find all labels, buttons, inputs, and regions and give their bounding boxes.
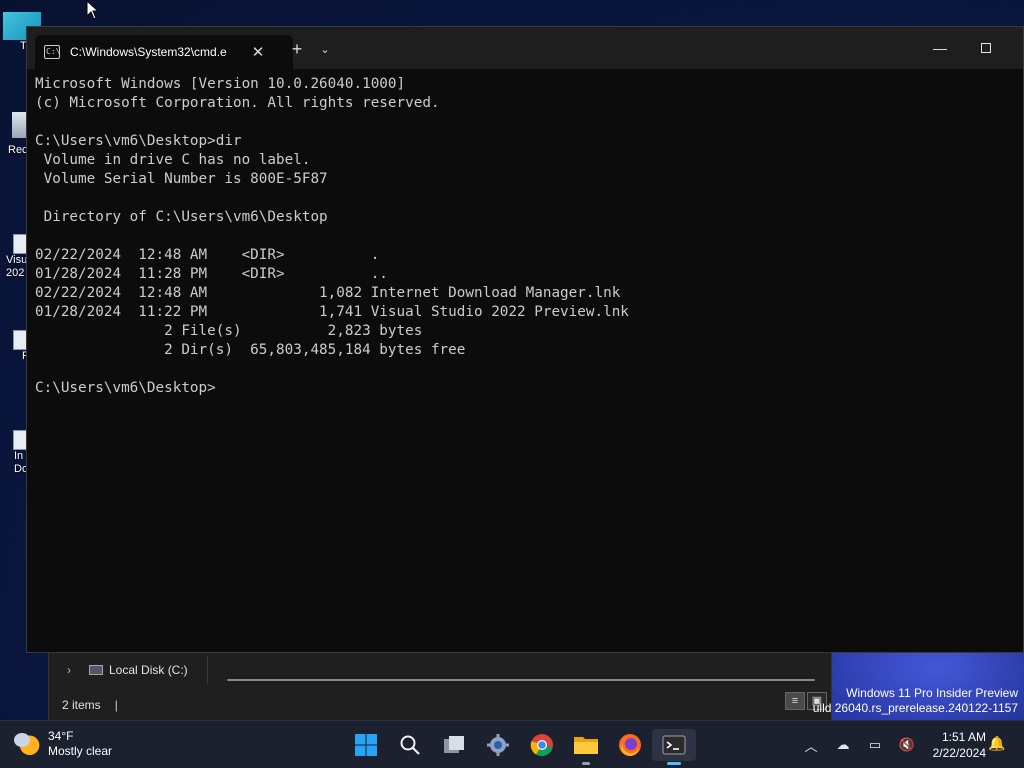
cmd-icon: C:\ [44, 45, 60, 59]
taskbar-apps [344, 729, 696, 765]
title-bar[interactable]: C:\ C:\Windows\System32\cmd.e ✕ + ⌄ — [27, 27, 1023, 69]
chevron-down-icon[interactable]: ⌄ [317, 40, 333, 60]
firefox-icon [619, 734, 641, 756]
watermark-line-1: Windows 11 Pro Insider Preview [846, 686, 1018, 700]
console-line: (c) Microsoft Corporation. All rights re… [35, 95, 440, 111]
weather-widget[interactable]: 34°F Mostly clear [14, 729, 112, 759]
status-bar: 2 items | [49, 690, 833, 720]
weather-moon-cloud-icon [14, 731, 40, 757]
search-button[interactable] [388, 729, 432, 761]
console-line: 2 File(s) 2,823 bytes [35, 323, 423, 339]
horizontal-scrollbar[interactable] [227, 679, 815, 681]
onedrive-icon[interactable]: ☁ [832, 737, 854, 753]
weather-condition: Mostly clear [48, 744, 113, 758]
chevron-up-icon[interactable]: ︿ [800, 736, 822, 755]
weather-text: 34°F Mostly clear [48, 729, 112, 759]
taskbar: 34°F Mostly clear ︿ ☁ ▭ 🔇 1:51 AM 2/22/2… [0, 720, 1024, 768]
clock-time: 1:51 AM [941, 730, 986, 744]
clock-date: 2/22/2024 [932, 746, 986, 760]
close-tab-icon[interactable]: ✕ [250, 43, 266, 61]
console-line: Directory of C:\Users\vm6\Desktop [35, 209, 328, 225]
minimize-button[interactable]: — [925, 37, 955, 59]
status-separator: | [114, 698, 118, 712]
item-count: 2 items [62, 698, 101, 712]
console-line: Volume Serial Number is 800E-5F87 [35, 171, 328, 187]
os-watermark: Windows 11 Pro Insider Preview uild 2604… [813, 686, 1018, 716]
console-line: C:\Users\vm6\Desktop> [35, 380, 216, 396]
console-line: 2 Dir(s) 65,803,485,184 bytes free [35, 342, 466, 358]
firefox-button[interactable] [608, 729, 652, 761]
running-indicator [582, 762, 590, 765]
console-line: 01/28/2024 11:28 PM <DIR> .. [35, 266, 388, 282]
folder-icon [574, 737, 598, 754]
console-line: Microsoft Windows [Version 10.0.26040.10… [35, 76, 406, 92]
windows-logo-icon [355, 734, 377, 756]
watermark-line-2: uild 26040.rs_prerelease.240122-1157 [812, 701, 1018, 715]
drive-icon [89, 665, 103, 675]
tab-title: C:\Windows\System32\cmd.e [70, 45, 227, 59]
chrome-icon [530, 734, 553, 757]
console-line: 01/28/2024 11:22 PM 1,741 Visual Studio … [35, 304, 629, 320]
weather-temp: 34°F [48, 729, 74, 743]
search-icon [400, 735, 420, 755]
task-view-icon [444, 736, 464, 753]
mouse-cursor-icon [86, 0, 100, 20]
network-icon[interactable]: ▭ [864, 737, 886, 753]
chevron-right-icon[interactable]: › [67, 663, 83, 677]
file-explorer-button[interactable] [564, 729, 608, 765]
notification-bell-icon[interactable]: 🔔 [988, 735, 1006, 752]
chrome-button[interactable] [520, 729, 564, 761]
console-line: Volume in drive C has no label. [35, 152, 311, 168]
new-tab-button[interactable]: + [289, 39, 305, 59]
gear-icon [487, 734, 509, 756]
active-indicator [667, 762, 681, 765]
nav-item-local-disk[interactable]: › Local Disk (C:) [49, 652, 207, 688]
settings-button[interactable] [476, 729, 520, 761]
system-tray: ︿ ☁ ▭ 🔇 [800, 729, 928, 761]
clock[interactable]: 1:51 AM 2/22/2024 [922, 729, 986, 761]
task-view-button[interactable] [432, 729, 476, 761]
file-explorer-window: › Local Disk (C:) 2 items | ≡ ▣ [48, 652, 832, 720]
divider [207, 656, 208, 684]
terminal-button[interactable] [652, 729, 696, 765]
console-line: 02/22/2024 12:48 AM 1,082 Internet Downl… [35, 285, 621, 301]
start-button[interactable] [344, 729, 388, 761]
maximize-button[interactable] [971, 37, 1001, 59]
volume-muted-icon[interactable]: 🔇 [896, 737, 918, 753]
console-line: C:\Users\vm6\Desktop>dir [35, 133, 242, 149]
tab-cmd[interactable]: C:\ C:\Windows\System32\cmd.e ✕ [35, 35, 293, 69]
maximize-icon [981, 43, 991, 53]
console-output[interactable]: Microsoft Windows [Version 10.0.26040.10… [35, 75, 1015, 645]
console-line: 02/22/2024 12:48 AM <DIR> . [35, 247, 380, 263]
details-view-icon[interactable]: ≡ [785, 692, 805, 710]
terminal-window: C:\ C:\Windows\System32\cmd.e ✕ + ⌄ — Mi… [26, 26, 1024, 653]
nav-item-label: Local Disk (C:) [109, 663, 188, 677]
terminal-icon [662, 735, 686, 755]
